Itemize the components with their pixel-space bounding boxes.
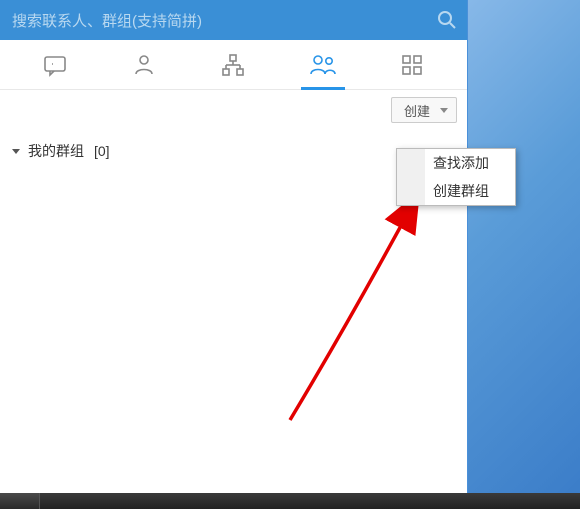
caret-down-icon — [440, 108, 448, 113]
my-groups-label: 我的群组 — [28, 141, 84, 161]
tab-contacts[interactable] — [114, 40, 174, 90]
dropdown-item-create-group[interactable]: 创建群组 — [397, 177, 515, 205]
dropdown-item-label: 创建群组 — [425, 181, 515, 201]
dropdown-icon-placeholder — [397, 149, 425, 177]
search-icon[interactable] — [435, 8, 459, 32]
search-bar[interactable]: 搜索联系人、群组(支持简拼) — [0, 0, 467, 40]
dropdown-item-find-add[interactable]: 查找添加 — [397, 149, 515, 177]
dropdown-item-label: 查找添加 — [425, 153, 515, 173]
tab-bar — [0, 40, 467, 90]
tab-organization[interactable] — [203, 40, 263, 90]
create-button[interactable]: 创建 — [391, 97, 457, 123]
my-groups-row[interactable]: 我的群组 [0] — [12, 138, 455, 164]
desktop-background — [468, 0, 580, 509]
my-groups-count: [0] — [94, 143, 110, 159]
expand-caret-icon — [12, 149, 20, 154]
create-button-label: 创建 — [404, 101, 430, 120]
toolbar: 创建 — [0, 90, 467, 130]
tab-messages[interactable] — [25, 40, 85, 90]
search-placeholder: 搜索联系人、群组(支持简拼) — [12, 10, 435, 31]
tab-groups[interactable] — [293, 40, 353, 90]
app-window: 搜索联系人、群组(支持简拼) — [0, 0, 468, 509]
taskbar[interactable] — [0, 493, 580, 509]
dropdown-icon-placeholder — [397, 177, 425, 205]
create-dropdown-menu: 查找添加 创建群组 — [396, 148, 516, 206]
taskbar-segment[interactable] — [0, 493, 40, 509]
tab-apps[interactable] — [382, 40, 442, 90]
